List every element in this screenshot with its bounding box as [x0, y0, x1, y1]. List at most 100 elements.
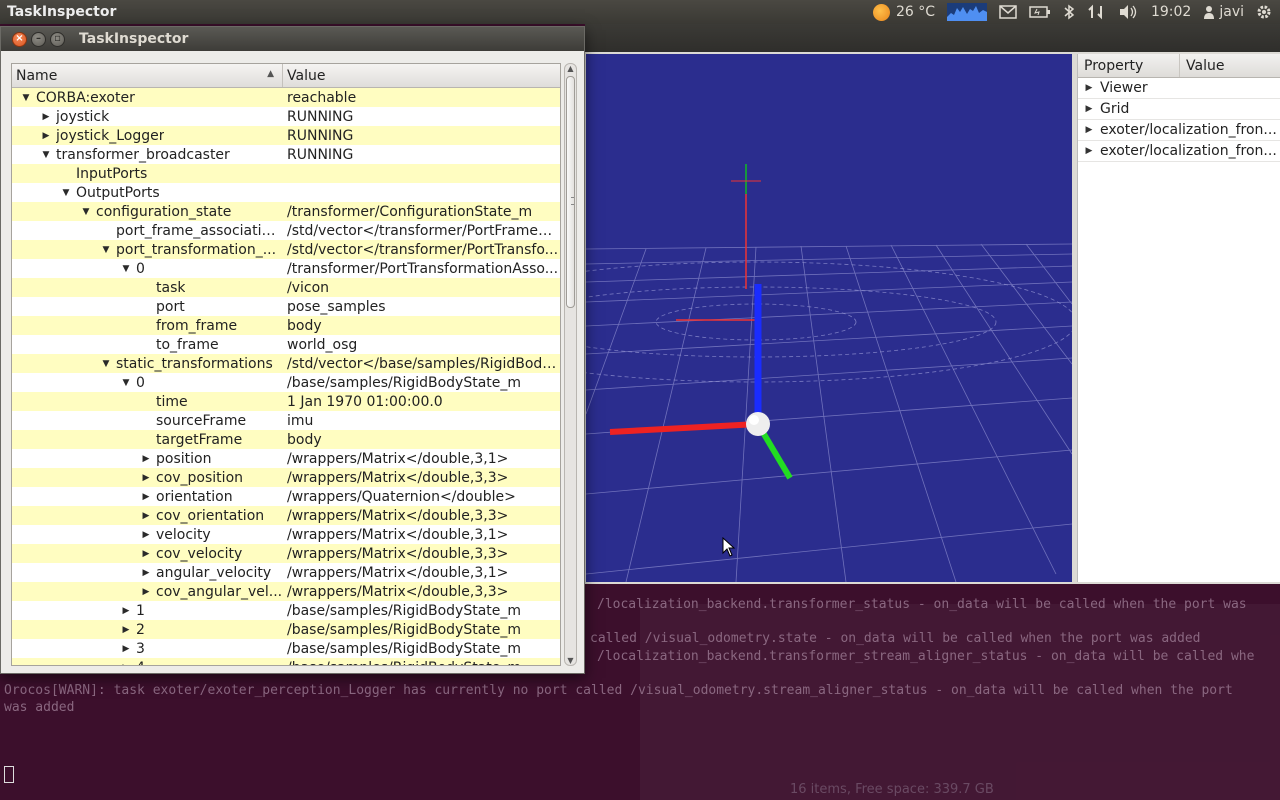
- collapsed-arrow-icon[interactable]: ▶: [116, 644, 136, 654]
- tree-row[interactable]: ▶ angular_velocity/wrappers/Matrix</doubl…: [12, 563, 560, 582]
- scrollbar-thumb[interactable]: [566, 76, 575, 308]
- collapsed-arrow-icon[interactable]: ▶: [136, 568, 156, 578]
- property-column-header[interactable]: Property: [1078, 54, 1180, 77]
- tree-row[interactable]: ▶ cov_velocity/wrappers/Matrix</double,3,…: [12, 544, 560, 563]
- collapsed-arrow-icon[interactable]: ▶: [1078, 146, 1100, 156]
- tree-row[interactable]: task/vicon: [12, 278, 560, 297]
- bluetooth-icon[interactable]: [1063, 4, 1075, 20]
- tree-row[interactable]: ▶ velocity/wrappers/Matrix</double,3,1>: [12, 525, 560, 544]
- close-button[interactable]: ×: [12, 31, 27, 47]
- tree-row-name: ▼ OutputPorts: [12, 185, 283, 201]
- value-column-header[interactable]: Value: [283, 64, 329, 87]
- tree-row[interactable]: ▶ 3/base/samples/RigidBodyState_m: [12, 639, 560, 658]
- system-monitor-icon[interactable]: [946, 3, 987, 21]
- tree-row-value: RUNNING: [287, 108, 354, 125]
- value-column-header[interactable]: Value: [1180, 54, 1230, 77]
- scroll-up-arrow-icon[interactable]: ▲: [565, 64, 576, 73]
- tree-row[interactable]: sourceFrame imu: [12, 411, 560, 430]
- tree-row[interactable]: ▶ joystick_Logger RUNNING: [12, 126, 560, 145]
- scroll-down-arrow-icon[interactable]: ▼: [565, 656, 576, 665]
- expanded-arrow-icon[interactable]: ▼: [96, 359, 116, 369]
- property-row[interactable]: ▶ Viewer: [1078, 78, 1280, 99]
- tree-row[interactable]: ▼ 0/transformer/PortTransformationAsso...: [12, 259, 560, 278]
- collapsed-arrow-icon[interactable]: ▶: [116, 625, 136, 635]
- tree-row[interactable]: ▶ cov_position/wrappers/Matrix</double,3,…: [12, 468, 560, 487]
- maximize-button[interactable]: ▫: [50, 31, 65, 47]
- collapsed-arrow-icon[interactable]: ▶: [116, 606, 136, 616]
- tree-row-name: ▶ 1: [12, 603, 283, 619]
- collapsed-arrow-icon[interactable]: ▶: [136, 587, 156, 597]
- tree-row[interactable]: InputPorts: [12, 164, 560, 183]
- tree-row-name: port_frame_associations: [12, 223, 283, 239]
- volume-icon[interactable]: [1119, 4, 1139, 20]
- tree-row-label: 0: [136, 260, 145, 277]
- tree-row[interactable]: ▶ cov_angular_vel.../wrappers/Matrix</dou…: [12, 582, 560, 601]
- collapsed-arrow-icon[interactable]: ▶: [136, 473, 156, 483]
- tree-row[interactable]: time 1 Jan 1970 01:00:00.0: [12, 392, 560, 411]
- tree-row[interactable]: ▶ 2/base/samples/RigidBodyState_m: [12, 620, 560, 639]
- collapsed-arrow-icon[interactable]: ▶: [1078, 104, 1100, 114]
- tree-row-label: orientation: [156, 488, 233, 505]
- collapsed-arrow-icon[interactable]: ▶: [1078, 83, 1100, 93]
- 3d-viewer[interactable]: [586, 54, 1072, 582]
- session-gear-icon[interactable]: [1256, 4, 1272, 20]
- tree-row[interactable]: ▶ orientation/wrappers/Quaternion</double…: [12, 487, 560, 506]
- collapsed-arrow-icon[interactable]: ▶: [136, 454, 156, 464]
- collapsed-arrow-icon[interactable]: ▶: [136, 511, 156, 521]
- property-row[interactable]: ▶ exoter/localization_fron...: [1078, 120, 1280, 141]
- expanded-arrow-icon[interactable]: ▼: [76, 207, 96, 217]
- collapsed-arrow-icon[interactable]: ▶: [36, 112, 56, 122]
- window-titlebar[interactable]: × – ▫ TaskInspector: [1, 27, 584, 51]
- task-tree[interactable]: Name ▲ Value ▼ CORBA:exoter reachable ▶ joys…: [11, 63, 561, 666]
- minimize-button[interactable]: –: [31, 31, 46, 47]
- tree-row[interactable]: ▼ port_transformation_.../std/vector</tra…: [12, 240, 560, 259]
- tree-row[interactable]: ▶ position/wrappers/Matrix</double,3,1>: [12, 449, 560, 468]
- tree-row[interactable]: ▶ 1/base/samples/RigidBodyState_m: [12, 601, 560, 620]
- system-tray: 26 °C 19:02 javi: [872, 3, 1280, 21]
- collapsed-arrow-icon[interactable]: ▶: [136, 530, 156, 540]
- battery-icon[interactable]: [1029, 5, 1051, 19]
- tree-row[interactable]: ▼ CORBA:exoter reachable: [12, 88, 560, 107]
- tree-row-label: static_transformations: [116, 355, 273, 372]
- tree-row[interactable]: ▼ static_transformations/std/vector</base…: [12, 354, 560, 373]
- name-column-header[interactable]: Name ▲: [12, 64, 283, 87]
- tree-row[interactable]: ▶ cov_orientation/wrappers/Matrix</double…: [12, 506, 560, 525]
- collapsed-arrow-icon[interactable]: ▶: [136, 492, 156, 502]
- expanded-arrow-icon[interactable]: ▼: [36, 150, 56, 160]
- tree-row[interactable]: targetFrame body: [12, 430, 560, 449]
- tree-row[interactable]: ▼ OutputPorts: [12, 183, 560, 202]
- tree-row-label: sourceFrame: [156, 412, 247, 429]
- tree-row-label: 2: [136, 621, 145, 638]
- tree-row[interactable]: from_frame body: [12, 316, 560, 335]
- expanded-arrow-icon[interactable]: ▼: [116, 378, 136, 388]
- tree-row-value: reachable: [287, 89, 357, 106]
- tree-row[interactable]: port pose_samples: [12, 297, 560, 316]
- user-menu[interactable]: javi: [1203, 4, 1244, 20]
- property-row[interactable]: ▶ Grid: [1078, 99, 1280, 120]
- tree-row[interactable]: port_frame_associations/std/vector</tran…: [12, 221, 560, 240]
- tree-row[interactable]: ▶4/base/samples/RigidBodyState_m: [12, 658, 560, 666]
- tree-row[interactable]: ▼ configuration_state/transformer/Configu…: [12, 202, 560, 221]
- expanded-arrow-icon[interactable]: ▼: [56, 188, 76, 198]
- tree-row[interactable]: ▼ transformer_broadcaster RUNNING: [12, 145, 560, 164]
- tree-row-label: configuration_state: [96, 203, 232, 220]
- expanded-arrow-icon[interactable]: ▼: [116, 264, 136, 274]
- collapsed-arrow-icon[interactable]: ▶: [1078, 125, 1100, 135]
- expanded-arrow-icon[interactable]: ▼: [16, 93, 36, 103]
- tree-row[interactable]: ▶ joystick RUNNING: [12, 107, 560, 126]
- tree-row-value: /base/samples/RigidBodyState_m: [283, 660, 559, 666]
- tree-row[interactable]: ▼ 0/base/samples/RigidBodyState_m: [12, 373, 560, 392]
- network-icon[interactable]: [1087, 4, 1107, 20]
- weather-indicator[interactable]: 26 °C: [872, 3, 935, 21]
- expanded-arrow-icon[interactable]: ▼: [96, 245, 116, 255]
- tree-row[interactable]: to_frame world_osg: [12, 335, 560, 354]
- tree-row-value: /wrappers/Matrix</double,3,1>: [287, 450, 509, 467]
- vertical-scrollbar[interactable]: ▲ ▼: [564, 63, 577, 666]
- clock[interactable]: 19:02: [1151, 4, 1191, 20]
- tree-row-value: RUNNING: [287, 146, 354, 163]
- collapsed-arrow-icon[interactable]: ▶: [36, 131, 56, 141]
- property-row[interactable]: ▶ exoter/localization_fron...: [1078, 141, 1280, 162]
- collapsed-arrow-icon[interactable]: ▶: [116, 663, 136, 666]
- collapsed-arrow-icon[interactable]: ▶: [136, 549, 156, 559]
- mail-icon[interactable]: [999, 5, 1017, 19]
